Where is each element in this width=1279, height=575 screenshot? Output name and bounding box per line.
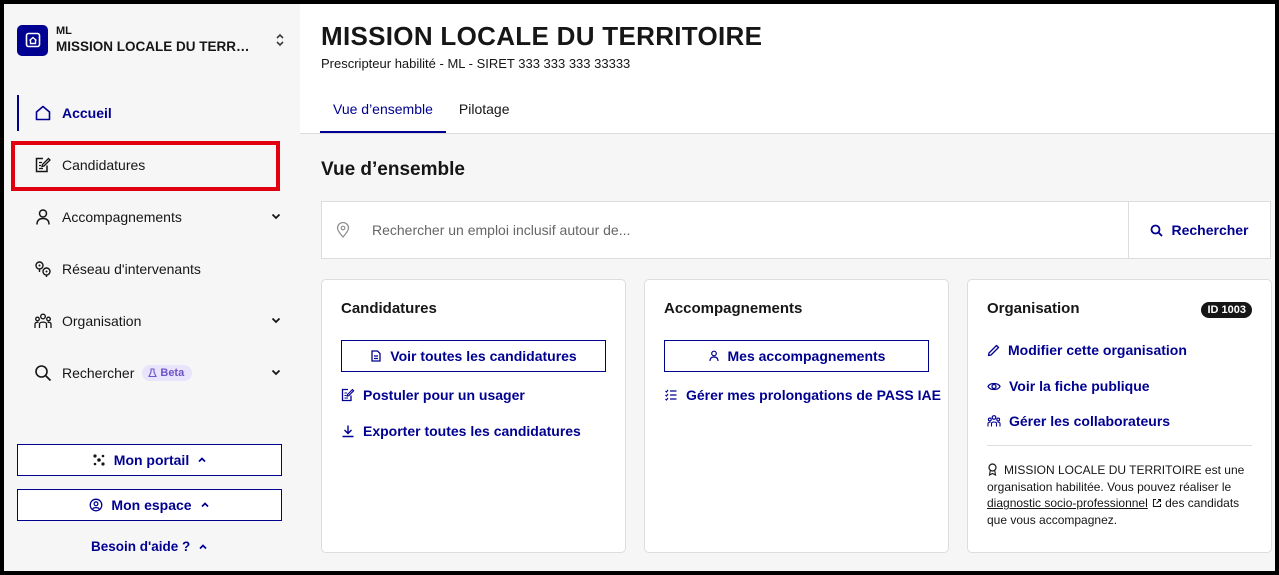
beta-badge-label: Beta bbox=[160, 367, 185, 379]
chevron-down-icon bbox=[269, 209, 283, 223]
organization-name: MISSION LOCALE DU TERRITOIRE bbox=[56, 38, 251, 54]
mon-portail-button[interactable]: Mon portail bbox=[17, 444, 282, 476]
gerer-collaborateurs-label: Gérer les collaborateurs bbox=[1009, 413, 1171, 429]
voir-candidatures-label: Voir toutes les candidatures bbox=[390, 348, 577, 364]
help-link[interactable]: Besoin d'aide ? bbox=[17, 539, 282, 554]
file-edit-icon bbox=[34, 156, 52, 174]
page-subtitle: Prescripteur habilité - ML - SIRET 333 3… bbox=[321, 56, 631, 71]
document-icon bbox=[370, 350, 382, 362]
help-link-label: Besoin d'aide ? bbox=[91, 539, 191, 554]
organisation-card: Organisation ID 1003 Modifier cette orga… bbox=[967, 279, 1272, 553]
sidebar: ML MISSION LOCALE DU TERRITOIRE Accueil … bbox=[4, 4, 300, 571]
sidebar-item-label: Réseau d'intervenants bbox=[62, 261, 201, 277]
modifier-organisation-label: Modifier cette organisation bbox=[1008, 342, 1187, 358]
award-icon bbox=[987, 463, 998, 476]
app-frame: ML MISSION LOCALE DU TERRITOIRE Accueil … bbox=[4, 4, 1275, 571]
tab-vue-ensemble[interactable]: Vue d’ensemble bbox=[320, 96, 446, 133]
sidebar-nav: Accueil Candidatures Accompagnements Rés… bbox=[17, 87, 287, 399]
eye-icon bbox=[987, 380, 1001, 393]
organization-switcher[interactable]: ML MISSION LOCALE DU TERRITOIRE bbox=[17, 21, 287, 59]
organisation-id-badge: ID 1003 bbox=[1201, 302, 1252, 318]
sidebar-item-accompagnements[interactable]: Accompagnements bbox=[17, 191, 287, 243]
flask-icon bbox=[148, 368, 158, 378]
candidatures-card: Candidatures Voir toutes les candidature… bbox=[321, 279, 626, 553]
job-search-input[interactable] bbox=[372, 222, 1128, 238]
tab-pilotage[interactable]: Pilotage bbox=[446, 96, 523, 133]
search-icon bbox=[1150, 224, 1164, 237]
card-divider bbox=[987, 445, 1252, 446]
tab-bar: Vue d’ensemble Pilotage bbox=[320, 96, 522, 133]
search-button[interactable]: Rechercher bbox=[1128, 202, 1270, 258]
fiche-publique-link[interactable]: Voir la fiche publique bbox=[987, 378, 1150, 394]
diagnostic-link[interactable]: diagnostic socio-professionnel bbox=[987, 496, 1148, 510]
main-content: MISSION LOCALE DU TERRITOIRE Prescripteu… bbox=[300, 4, 1275, 571]
up-down-chevron-icon bbox=[275, 33, 285, 47]
mon-portail-label: Mon portail bbox=[113, 452, 190, 468]
team-icon bbox=[987, 414, 1001, 428]
section-title: Vue d’ensemble bbox=[321, 159, 465, 180]
mes-accompagnements-label: Mes accompagnements bbox=[727, 348, 886, 364]
organization-switcher-text: ML MISSION LOCALE DU TERRITOIRE bbox=[56, 25, 275, 56]
checklist-icon bbox=[664, 388, 678, 402]
card-title: Accompagnements bbox=[664, 300, 803, 317]
chevron-up-icon bbox=[200, 500, 210, 510]
sidebar-item-label: Rechercher bbox=[62, 365, 135, 381]
beta-badge: Beta bbox=[142, 365, 193, 381]
sidebar-item-label: Candidatures bbox=[62, 157, 146, 173]
chevron-up-icon bbox=[197, 455, 207, 465]
gerer-collaborateurs-link[interactable]: Gérer les collaborateurs bbox=[987, 413, 1170, 429]
organization-short-name: ML bbox=[56, 24, 72, 37]
mes-accompagnements-button[interactable]: Mes accompagnements bbox=[664, 340, 929, 372]
sidebar-item-label: Accueil bbox=[62, 105, 112, 121]
accompagnements-card: Accompagnements Mes accompagnements Gére… bbox=[644, 279, 949, 553]
voir-candidatures-button[interactable]: Voir toutes les candidatures bbox=[341, 340, 606, 372]
card-title: Candidatures bbox=[341, 300, 437, 317]
sidebar-item-reseau[interactable]: Réseau d'intervenants bbox=[17, 243, 287, 295]
prolongations-pass-link[interactable]: Gérer mes prolongations de PASS IAE bbox=[664, 387, 941, 403]
prolongations-pass-label: Gérer mes prolongations de PASS IAE bbox=[686, 387, 941, 403]
organisation-info-text: MISSION LOCALE DU TERRITOIRE est une org… bbox=[987, 463, 1245, 494]
fiche-publique-label: Voir la fiche publique bbox=[1009, 378, 1150, 394]
sidebar-item-accueil[interactable]: Accueil bbox=[17, 87, 287, 139]
sidebar-item-rechercher[interactable]: Rechercher Beta bbox=[17, 347, 287, 399]
account-circle-icon bbox=[89, 498, 103, 512]
user-icon bbox=[34, 208, 52, 226]
mon-espace-label: Mon espace bbox=[111, 497, 192, 513]
modifier-organisation-link[interactable]: Modifier cette organisation bbox=[987, 342, 1187, 358]
sidebar-item-candidatures[interactable]: Candidatures bbox=[17, 139, 287, 191]
home-icon bbox=[34, 104, 52, 122]
chevron-down-icon bbox=[269, 365, 283, 379]
sidebar-item-organisation[interactable]: Organisation bbox=[17, 295, 287, 347]
postuler-usager-link[interactable]: Postuler pour un usager bbox=[341, 387, 525, 403]
portal-icon bbox=[92, 453, 106, 467]
postuler-usager-label: Postuler pour un usager bbox=[363, 387, 525, 403]
team-icon bbox=[34, 312, 52, 330]
page-title: MISSION LOCALE DU TERRITOIRE bbox=[321, 21, 763, 51]
card-title: Organisation bbox=[987, 300, 1080, 317]
external-link-icon bbox=[1152, 498, 1162, 508]
map-pins-icon bbox=[34, 260, 52, 278]
sidebar-item-label: Accompagnements bbox=[62, 209, 182, 225]
mon-espace-button[interactable]: Mon espace bbox=[17, 489, 282, 521]
sidebar-item-label: Organisation bbox=[62, 313, 142, 329]
organisation-info: MISSION LOCALE DU TERRITOIRE est une org… bbox=[987, 462, 1255, 528]
location-pin-icon bbox=[336, 222, 352, 238]
job-search-bar: Rechercher bbox=[321, 201, 1271, 259]
chevron-up-icon bbox=[198, 542, 208, 552]
pencil-icon bbox=[987, 344, 1000, 357]
exporter-candidatures-link[interactable]: Exporter toutes les candidatures bbox=[341, 423, 581, 439]
file-edit-icon bbox=[341, 388, 355, 402]
download-icon bbox=[341, 424, 355, 438]
search-icon bbox=[34, 364, 52, 382]
chevron-down-icon bbox=[269, 313, 283, 327]
user-icon bbox=[708, 350, 720, 362]
exporter-candidatures-label: Exporter toutes les candidatures bbox=[363, 423, 581, 439]
search-button-label: Rechercher bbox=[1171, 222, 1249, 238]
organization-logo-icon bbox=[17, 24, 48, 56]
